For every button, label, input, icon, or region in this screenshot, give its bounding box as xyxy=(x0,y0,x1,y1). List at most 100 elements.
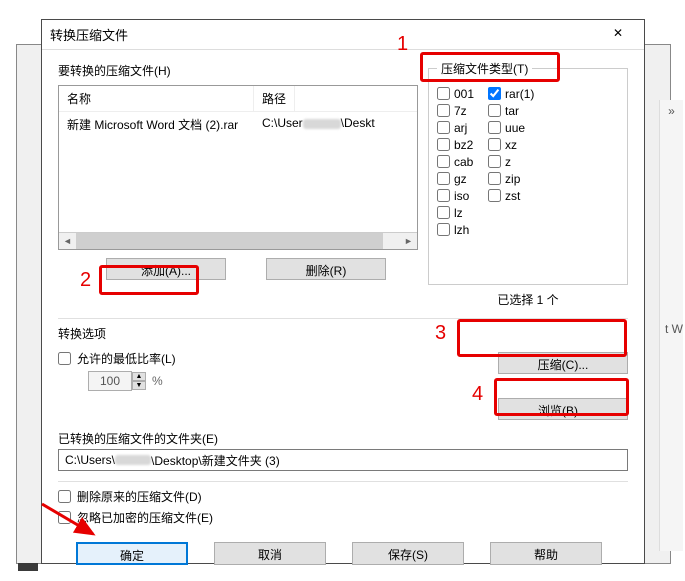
archive-type-checkbox[interactable] xyxy=(488,87,501,100)
archive-type-checkbox[interactable] xyxy=(437,223,450,236)
archive-type-label: lzh xyxy=(454,223,469,237)
archive-type-label: uue xyxy=(505,121,525,135)
files-section-label: 要转换的压缩文件(H) xyxy=(58,62,171,79)
min-ratio-checkbox[interactable] xyxy=(58,352,71,365)
path-prefix: C:\User xyxy=(262,116,303,130)
chevron-down-icon[interactable]: ▼ xyxy=(132,381,146,390)
archive-type-checkbox[interactable] xyxy=(488,172,501,185)
archive-type-xz[interactable]: xz xyxy=(488,136,534,153)
archive-type-label: 001 xyxy=(454,87,474,101)
file-path-cell: C:\User\Deskt xyxy=(254,114,417,135)
archive-type-checkbox[interactable] xyxy=(437,206,450,219)
archive-type-cab[interactable]: cab xyxy=(437,153,474,170)
archive-type-checkbox[interactable] xyxy=(488,104,501,117)
archive-type-lzh[interactable]: lzh xyxy=(437,221,474,238)
archive-type-z[interactable]: z xyxy=(488,153,534,170)
archive-type-label: rar(1) xyxy=(505,87,534,101)
archive-type-checkbox[interactable] xyxy=(437,138,450,151)
scroll-thumb[interactable] xyxy=(59,233,383,249)
archive-type-label: 7z xyxy=(454,104,467,118)
archive-type-label: lz xyxy=(454,206,463,220)
output-folder-input[interactable]: C:\Users\ \Desktop\新建文件夹 (3) xyxy=(58,449,628,471)
archive-type-label: bz2 xyxy=(454,138,473,152)
archive-type-label: xz xyxy=(505,138,517,152)
scroll-right-icon[interactable]: ► xyxy=(400,233,417,249)
archive-type-lz[interactable]: lz xyxy=(437,204,474,221)
archive-type-label: z xyxy=(505,155,511,169)
archive-type-checkbox[interactable] xyxy=(488,155,501,168)
archive-type-arj[interactable]: arj xyxy=(437,119,474,136)
separator xyxy=(58,318,628,319)
background-taskbar-fragment xyxy=(18,563,38,571)
help-button[interactable]: 帮助 xyxy=(490,542,602,565)
archive-type-checkbox[interactable] xyxy=(437,87,450,100)
chevron-up-icon[interactable]: ▲ xyxy=(132,372,146,381)
file-name-cell: 新建 Microsoft Word 文档 (2).rar xyxy=(59,114,254,135)
archive-type-checkbox[interactable] xyxy=(437,121,450,134)
convert-archives-dialog: 转换压缩文件 ✕ 要转换的压缩文件(H) 名称 路径 新建 Microsoft … xyxy=(41,19,645,564)
archive-type-label: cab xyxy=(454,155,473,169)
archive-type-checkbox[interactable] xyxy=(437,155,450,168)
scroll-left-icon[interactable]: ◄ xyxy=(59,233,76,249)
ok-button[interactable]: 确定 xyxy=(76,542,188,565)
col-name[interactable]: 名称 xyxy=(59,86,254,111)
horizontal-scrollbar[interactable]: ◄ ► xyxy=(59,232,417,249)
archive-type-checkbox[interactable] xyxy=(437,104,450,117)
archive-type-checkbox[interactable] xyxy=(488,121,501,134)
table-row[interactable]: 新建 Microsoft Word 文档 (2).rar C:\User\Des… xyxy=(59,114,417,135)
archive-type-gz[interactable]: gz xyxy=(437,170,474,187)
browse-button[interactable]: 浏览(B)... xyxy=(498,398,628,420)
folder-suffix: \Desktop\新建文件夹 (3) xyxy=(151,452,280,469)
archive-type-001[interactable]: 001 xyxy=(437,85,474,102)
close-button[interactable]: ✕ xyxy=(600,24,636,46)
close-icon: ✕ xyxy=(613,26,623,40)
archive-type-uue[interactable]: uue xyxy=(488,119,534,136)
archive-type-checkbox[interactable] xyxy=(437,189,450,202)
file-list-header: 名称 路径 xyxy=(59,86,417,112)
archive-type-checkbox[interactable] xyxy=(488,189,501,202)
ignore-encrypted-checkbox[interactable] xyxy=(58,511,71,524)
save-button[interactable]: 保存(S) xyxy=(352,542,464,565)
chevron-right-icon: » xyxy=(660,100,683,122)
file-list-body[interactable]: 新建 Microsoft Word 文档 (2).rar C:\User\Des… xyxy=(59,112,417,232)
redacted-icon xyxy=(115,455,151,465)
archive-type-checkbox[interactable] xyxy=(437,172,450,185)
archive-type-zst[interactable]: zst xyxy=(488,187,534,204)
cancel-button[interactable]: 取消 xyxy=(214,542,326,565)
archive-type-label: gz xyxy=(454,172,467,186)
selected-count: 已选择 1 个 xyxy=(428,291,628,308)
file-list[interactable]: 名称 路径 新建 Microsoft Word 文档 (2).rar C:\Us… xyxy=(58,85,418,250)
titlebar[interactable]: 转换压缩文件 ✕ xyxy=(42,20,644,50)
percent-label: % xyxy=(152,374,163,388)
col-path[interactable]: 路径 xyxy=(254,86,295,111)
min-ratio-label: 允许的最低比率(L) xyxy=(77,350,176,367)
archive-type-label: tar xyxy=(505,104,519,118)
archive-type-label: iso xyxy=(454,189,469,203)
archive-type-zip[interactable]: zip xyxy=(488,170,534,187)
archive-type-bz2[interactable]: bz2 xyxy=(437,136,474,153)
background-right-strip: » t W xyxy=(659,100,683,551)
separator xyxy=(58,481,628,482)
delete-original-label: 删除原来的压缩文件(D) xyxy=(77,488,202,505)
compress-button[interactable]: 压缩(C)... xyxy=(498,352,628,374)
window-title: 转换压缩文件 xyxy=(50,25,600,44)
archive-type-checkbox[interactable] xyxy=(488,138,501,151)
archive-type-label: arj xyxy=(454,121,467,135)
archive-types-legend: 压缩文件类型(T) xyxy=(437,60,532,77)
archive-type-7z[interactable]: 7z xyxy=(437,102,474,119)
archive-type-tar[interactable]: tar xyxy=(488,102,534,119)
remove-button[interactable]: 删除(R) xyxy=(266,258,386,280)
archive-type-iso[interactable]: iso xyxy=(437,187,474,204)
spinner-buttons[interactable]: ▲▼ xyxy=(132,372,146,390)
delete-original-checkbox[interactable] xyxy=(58,490,71,503)
min-ratio-input[interactable] xyxy=(88,371,132,391)
folder-prefix: C:\Users\ xyxy=(65,453,115,467)
output-folder-label: 已转换的压缩文件的文件夹(E) xyxy=(58,430,628,447)
archive-type-rar(1)[interactable]: rar(1) xyxy=(488,85,534,102)
ignore-encrypted-label: 忽略已加密的压缩文件(E) xyxy=(77,509,213,526)
bg-text-fragment: t W xyxy=(660,122,683,336)
redacted-icon xyxy=(303,119,341,129)
options-section-label: 转换选项 xyxy=(58,325,628,342)
add-button[interactable]: 添加(A)... xyxy=(106,258,226,280)
archive-type-label: zst xyxy=(505,189,520,203)
